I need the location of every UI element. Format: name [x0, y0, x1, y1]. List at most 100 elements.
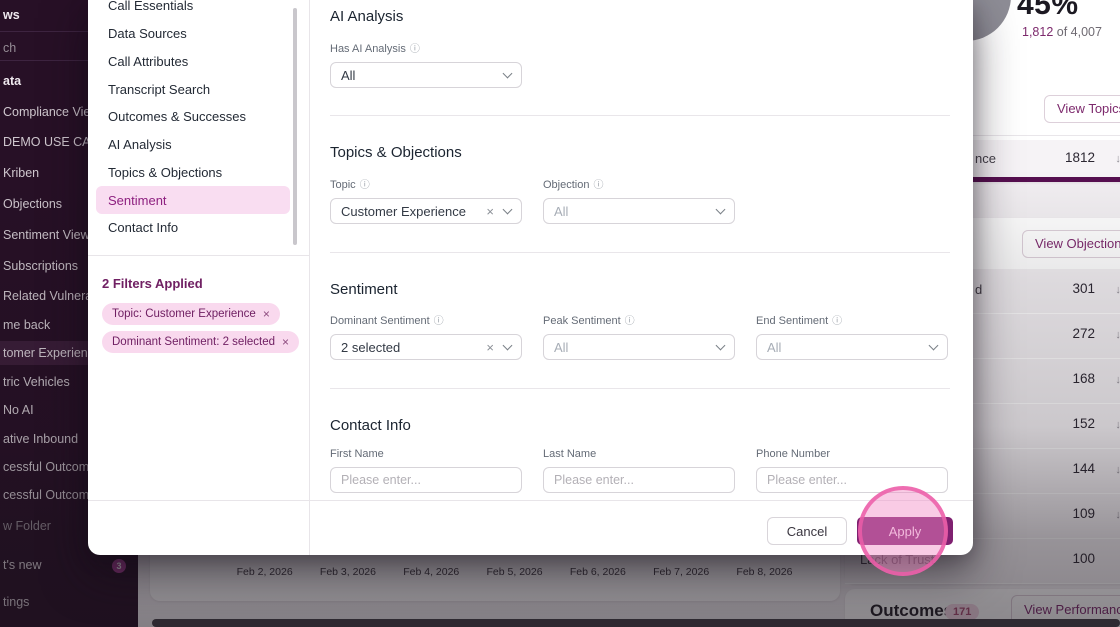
info-icon: ⓘ: [624, 316, 635, 327]
chevron-down-icon: [502, 68, 513, 79]
objection-select[interactable]: All: [543, 198, 735, 224]
objection-label: Objection: [543, 179, 590, 191]
chevron-down-icon: [502, 204, 513, 215]
info-icon: ⓘ: [359, 180, 370, 191]
section-title-topics-objections: Topics & Objections: [330, 144, 462, 161]
peak-sentiment-value: All: [554, 339, 569, 355]
filter-chip-label: Topic: Customer Experience: [112, 308, 256, 320]
clear-icon[interactable]: ×: [486, 204, 494, 219]
gauge-fraction: 1,812 of 4,007: [1022, 25, 1102, 39]
objection-row-delta: ↓6: [1115, 329, 1120, 341]
apply-button[interactable]: Apply: [857, 517, 953, 545]
dominant-sentiment-field: Dominant Sentiment ⓘ 2 selected ×: [330, 312, 522, 360]
divider: [88, 500, 973, 501]
objection-row-delta: ↓6: [1115, 374, 1120, 386]
cancel-button[interactable]: Cancel: [767, 517, 847, 545]
chart-x-axis: Feb 2, 2026 Feb 3, 2026 Feb 4, 2026 Feb …: [223, 566, 806, 578]
last-name-field: Last Name: [543, 448, 735, 493]
menu-scrollbar[interactable]: [293, 8, 297, 245]
peak-sentiment-select[interactable]: All: [543, 334, 735, 360]
sidebar-item[interactable]: tings: [0, 590, 138, 614]
section-title-ai-analysis: AI Analysis: [330, 8, 404, 25]
chevron-down-icon: [715, 340, 726, 351]
chip-remove-icon[interactable]: ×: [282, 335, 289, 349]
has-ai-analysis-label: Has AI Analysis: [330, 43, 406, 55]
peak-sentiment-field: Peak Sentiment ⓘ All: [543, 312, 735, 360]
info-icon: ⓘ: [832, 316, 843, 327]
outcomes-title: Outcomes: [870, 601, 954, 620]
filter-menu-item[interactable]: Sentiment: [96, 186, 290, 214]
objection-row-delta: ↓4: [1115, 464, 1120, 476]
dominant-sentiment-label: Dominant Sentiment: [330, 315, 430, 327]
topic-row-count: 1812: [1064, 150, 1095, 165]
topic-select[interactable]: Customer Experience ×: [330, 198, 522, 224]
objection-value: All: [554, 203, 569, 219]
view-topics-button[interactable]: View Topics: [1044, 95, 1120, 123]
axis-date-label: Feb 6, 2026: [569, 566, 626, 578]
section-title-contact-info: Contact Info: [330, 417, 411, 434]
divider: [330, 388, 950, 389]
has-ai-analysis-field: Has AI Analysis ⓘ All: [330, 40, 522, 88]
filter-menu: Call Essentials Data Sources Call Attrib…: [96, 0, 290, 242]
first-name-input[interactable]: [330, 467, 522, 493]
divider: [330, 252, 950, 253]
filter-form: AI Analysis Has AI Analysis ⓘ All Topics …: [310, 0, 973, 505]
filter-menu-panel: Call Essentials Data Sources Call Attrib…: [88, 0, 310, 555]
filter-menu-item[interactable]: Outcomes & Successes: [96, 103, 290, 131]
axis-date-label: Feb 3, 2026: [319, 566, 376, 578]
filter-menu-item[interactable]: Transcript Search: [96, 75, 290, 103]
chevron-down-icon: [715, 204, 726, 215]
applied-filter-chips: Topic: Customer Experience × Dominant Se…: [102, 303, 300, 353]
objection-row-delta: ↓7: [1115, 509, 1120, 521]
end-sentiment-label: End Sentiment: [756, 315, 829, 327]
objection-row-count: 168: [1072, 371, 1095, 386]
clear-icon[interactable]: ×: [486, 340, 494, 355]
axis-date-label: Feb 5, 2026: [486, 566, 543, 578]
info-icon: ⓘ: [409, 44, 420, 55]
objection-row-count: 100: [1072, 551, 1095, 566]
section-title-sentiment: Sentiment: [330, 281, 398, 298]
axis-date-label: Feb 8, 2026: [736, 566, 793, 578]
gauge-percent: 45%: [1017, 0, 1079, 21]
objection-row-count: 301: [1072, 281, 1095, 296]
filter-chip[interactable]: Topic: Customer Experience ×: [102, 303, 280, 325]
phone-number-field: Phone Number: [756, 448, 948, 493]
filter-menu-item[interactable]: Data Sources: [96, 20, 290, 48]
last-name-label: Last Name: [543, 448, 597, 460]
objection-row-count: 152: [1072, 416, 1095, 431]
filter-menu-item[interactable]: Contact Info: [96, 214, 290, 242]
objection-row-label-fragment: d: [975, 282, 983, 297]
peak-sentiment-label: Peak Sentiment: [543, 315, 621, 327]
topic-row-label: nce: [975, 151, 996, 166]
chip-remove-icon[interactable]: ×: [263, 307, 270, 321]
topic-value: Customer Experience: [341, 203, 466, 219]
first-name-field: First Name: [330, 448, 522, 493]
view-objections-button[interactable]: View Objections: [1022, 230, 1120, 258]
filter-chip[interactable]: Dominant Sentiment: 2 selected ×: [102, 331, 300, 353]
horizontal-scrollbar[interactable]: [152, 619, 1120, 627]
chevron-down-icon: [502, 340, 513, 351]
topic-label: Topic: [330, 179, 356, 191]
objection-row-count: 272: [1072, 326, 1095, 341]
filter-menu-item[interactable]: AI Analysis: [96, 131, 290, 159]
last-name-input[interactable]: [543, 467, 735, 493]
has-ai-analysis-select[interactable]: All: [330, 62, 522, 88]
axis-date-label: Feb 7, 2026: [653, 566, 710, 578]
app-root: 45% 1,812 of 4,007 View Topics nce 1812 …: [0, 0, 1120, 627]
info-icon: ⓘ: [433, 316, 444, 327]
has-ai-analysis-value: All: [341, 67, 356, 83]
topic-field: Topic ⓘ Customer Experience ×: [330, 176, 522, 224]
topic-row-delta: ↓6: [1115, 153, 1120, 165]
divider: [88, 255, 310, 256]
phone-number-input[interactable]: [756, 467, 948, 493]
axis-date-label: Feb 2, 2026: [236, 566, 293, 578]
filter-menu-item[interactable]: Topics & Objections: [96, 159, 290, 187]
end-sentiment-field: End Sentiment ⓘ All: [756, 312, 948, 360]
dominant-sentiment-select[interactable]: 2 selected ×: [330, 334, 522, 360]
filter-menu-item[interactable]: Call Essentials: [96, 0, 290, 20]
filter-menu-item[interactable]: Call Attributes: [96, 48, 290, 76]
first-name-label: First Name: [330, 448, 384, 460]
gauge-fraction-current: 1,812: [1022, 25, 1054, 39]
end-sentiment-select[interactable]: All: [756, 334, 948, 360]
filters-applied-title: 2 Filters Applied: [102, 276, 203, 291]
